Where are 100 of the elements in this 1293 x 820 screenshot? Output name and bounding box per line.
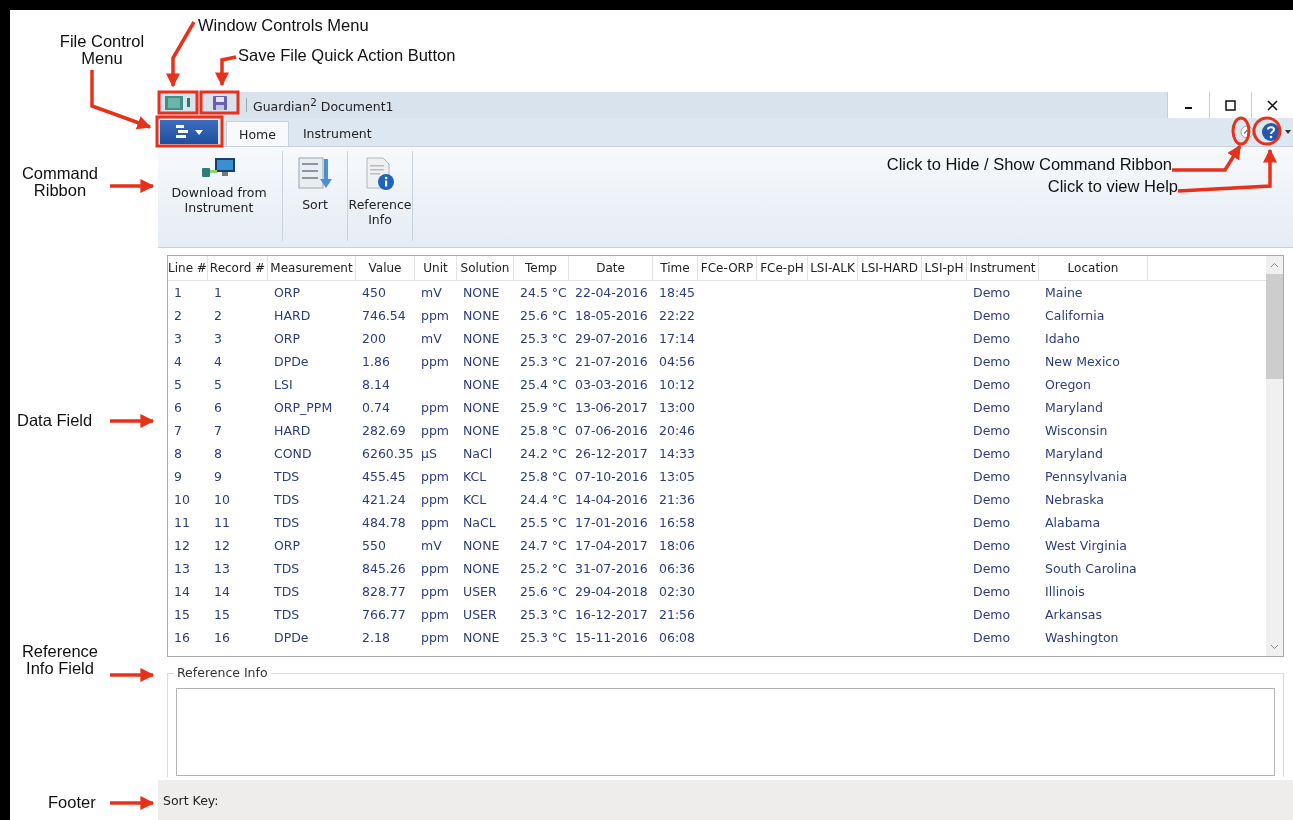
table-cell-text: 24.4 °C xyxy=(519,492,568,507)
table-cell-text: DPDe xyxy=(273,630,310,645)
table-cell-text: ppm xyxy=(420,308,451,323)
table-cell-text: ppm xyxy=(420,515,451,530)
table-cell-text: ppm xyxy=(420,354,451,369)
table-cell-text: 25.4 °C xyxy=(519,377,568,392)
table-cell-text: Demo xyxy=(972,446,1012,461)
table-cell-text: South Carolina xyxy=(1044,561,1138,576)
column-header[interactable]: Value xyxy=(356,256,415,280)
table-cell-text: 12 xyxy=(213,538,231,553)
table-cell-text: Demo xyxy=(972,515,1012,530)
table-cell-text: New Mexico xyxy=(1044,354,1121,369)
column-header[interactable]: FCe-ORP xyxy=(698,256,757,280)
table-cell-text: 13 xyxy=(213,561,231,576)
table-cell-text: 16-12-2017 xyxy=(574,607,649,622)
table-cell-text: ppm xyxy=(420,561,451,576)
table-cell-text: TDS xyxy=(273,515,301,530)
column-header[interactable]: Solution xyxy=(457,256,514,280)
table-cell-text: 11 xyxy=(213,515,231,530)
table-cell-text: 6260.35 xyxy=(361,446,415,461)
arrow xyxy=(215,55,237,87)
arrow xyxy=(90,70,152,130)
arrow xyxy=(166,21,196,88)
caret-icon[interactable] xyxy=(1285,130,1291,134)
table-cell-text: NONE xyxy=(462,308,501,323)
table-cell-text: 4 xyxy=(213,354,223,369)
help-icon[interactable] xyxy=(1261,122,1281,142)
collapse-ribbon-icon[interactable] xyxy=(1240,125,1254,139)
table-cell-text: 15 xyxy=(213,607,231,622)
column-header[interactable]: LSI-ALK xyxy=(808,256,858,280)
table-cell-text: 200 xyxy=(361,331,387,346)
column-header[interactable]: FCe-pH xyxy=(757,256,808,280)
app-icon xyxy=(164,95,192,111)
scrollbar-thumb[interactable] xyxy=(1266,274,1283,379)
table-cell-text: Nebraska xyxy=(1044,492,1105,507)
window-title: Guardian$^{2}$ Document1 xyxy=(253,95,394,115)
scrollbar[interactable] xyxy=(1266,256,1283,656)
table-cell-text: 17-04-2017 xyxy=(574,538,649,553)
table-cell-text: West Virginia xyxy=(1044,538,1128,553)
scroll-up-icon[interactable] xyxy=(1270,262,1279,268)
table-cell-text: 3 xyxy=(173,331,183,346)
list-icon xyxy=(175,124,189,140)
ribbon-tab[interactable]: Instrument xyxy=(290,121,384,146)
column-header[interactable]: Location xyxy=(1039,256,1148,280)
close-icon xyxy=(1267,99,1278,111)
table-cell-text: 16:58 xyxy=(658,515,697,530)
table-cell-text: NONE xyxy=(462,561,501,576)
column-header[interactable]: Unit xyxy=(415,256,457,280)
reference-info-field[interactable] xyxy=(176,688,1275,776)
table-cell-text: µS xyxy=(420,446,438,461)
column-header[interactable]: Measurement xyxy=(268,256,356,280)
table-cell-text: 25.8 °C xyxy=(519,423,568,438)
table-cell-text: Arkansas xyxy=(1044,607,1103,622)
column-header[interactable]: Instrument xyxy=(967,256,1039,280)
column-header[interactable]: Date xyxy=(569,256,653,280)
close-button[interactable] xyxy=(1251,92,1293,118)
table-cell-text: 455.45 xyxy=(361,469,407,484)
column-header[interactable]: LSI-HARD xyxy=(858,256,922,280)
table-cell-text: 15-11-2016 xyxy=(574,630,649,645)
minimize-icon xyxy=(1185,107,1192,109)
annotation-label: Footer xyxy=(48,794,96,812)
table-cell-text: Demo xyxy=(972,469,1012,484)
table-cell-text: 7 xyxy=(173,423,183,438)
column-header[interactable]: Time xyxy=(653,256,698,280)
table-cell-text: 8.14 xyxy=(361,377,391,392)
table-cell-text: ppm xyxy=(420,423,451,438)
table-cell-text: 21-07-2016 xyxy=(574,354,649,369)
table-cell-text: 9 xyxy=(173,469,183,484)
table-cell-text: 550 xyxy=(361,538,387,553)
table-cell-text: Demo xyxy=(972,377,1012,392)
table-cell-text: 8 xyxy=(213,446,223,461)
annotation-label: Save File Quick Action Button xyxy=(238,47,456,65)
table-cell-text: NONE xyxy=(462,400,501,415)
table-cell-text: 6 xyxy=(213,400,223,415)
scroll-down-icon[interactable] xyxy=(1270,644,1279,650)
table-cell-text: 21:36 xyxy=(658,492,697,507)
annotation-label: Command Ribbon xyxy=(20,165,100,200)
table-cell-text: Demo xyxy=(972,400,1012,415)
download-button[interactable]: Download from Instrument xyxy=(160,151,278,241)
ribbon-tab[interactable]: Home xyxy=(226,121,289,146)
table-cell-text: 5 xyxy=(213,377,223,392)
table-cell-text: 421.24 xyxy=(361,492,407,507)
table-cell-text: TDS xyxy=(273,584,301,599)
table-cell-text: HARD xyxy=(273,308,312,323)
table-cell-text: 5 xyxy=(173,377,183,392)
sort-button[interactable]: Sort xyxy=(287,151,343,241)
column-header[interactable]: LSI-pH xyxy=(922,256,967,280)
column-header[interactable]: Temp xyxy=(514,256,569,280)
table-cell-text: ppm xyxy=(420,584,451,599)
column-header[interactable]: Line # xyxy=(168,256,208,280)
table-cell-text: 14:33 xyxy=(658,446,697,461)
table-cell-text: 2 xyxy=(213,308,223,323)
table-cell-text: 7 xyxy=(213,423,223,438)
table-cell-text: DPDe xyxy=(273,354,310,369)
table-cell-text: 25.8 °C xyxy=(519,469,568,484)
table-cell-text: 16 xyxy=(213,630,231,645)
maximize-button[interactable] xyxy=(1209,92,1251,118)
table-cell-text: Demo xyxy=(972,308,1012,323)
file-menu-button[interactable] xyxy=(160,120,218,144)
column-header[interactable]: Record # xyxy=(208,256,268,280)
